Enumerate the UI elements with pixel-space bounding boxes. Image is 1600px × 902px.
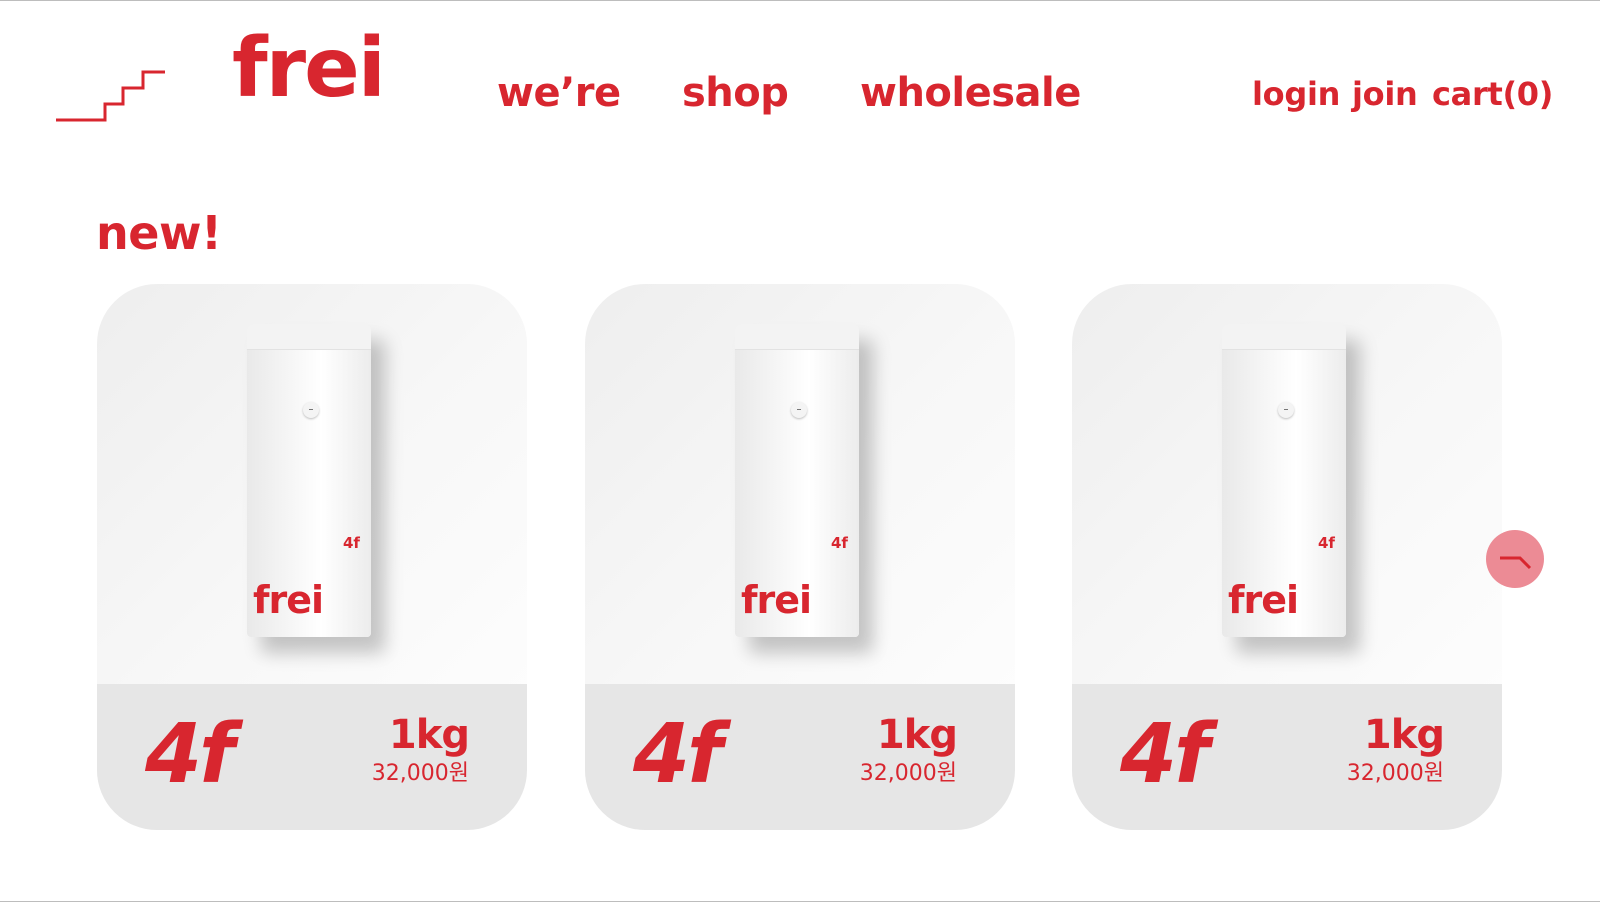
join-link[interactable]: join bbox=[1352, 72, 1418, 116]
product-weight: 1kg bbox=[1363, 712, 1445, 758]
product-weight: 1kg bbox=[876, 712, 958, 758]
bag-valve bbox=[1278, 402, 1294, 418]
product-image: 4f frei bbox=[1222, 324, 1346, 637]
product-image: 4f frei bbox=[247, 324, 371, 637]
bag-code-label: 4f bbox=[343, 534, 360, 552]
bag-code-label: 4f bbox=[1318, 534, 1335, 552]
product-image: 4f frei bbox=[735, 324, 859, 637]
bag-seal bbox=[1222, 324, 1346, 350]
product-code: 4f bbox=[145, 707, 235, 802]
arrow-right-icon bbox=[1500, 556, 1532, 570]
product-price: 32,000원 bbox=[1346, 761, 1444, 786]
logo[interactable]: frei bbox=[232, 28, 386, 110]
stairs-icon bbox=[56, 70, 165, 122]
nav-were[interactable]: we’re bbox=[497, 68, 621, 118]
product-card[interactable]: 4f frei 4f 1kg 32,000원 bbox=[585, 284, 1015, 830]
card-footer: 4f 1kg 32,000원 bbox=[585, 684, 1015, 830]
card-footer: 4f 1kg 32,000원 bbox=[1072, 684, 1502, 830]
bag-brand-label: frei bbox=[253, 578, 324, 622]
product-card[interactable]: 4f frei 4f 1kg 32,000원 bbox=[1072, 284, 1502, 830]
product-weight: 1kg bbox=[388, 712, 470, 758]
cart-link[interactable]: cart(0) bbox=[1432, 72, 1553, 116]
bag-seal bbox=[735, 324, 859, 350]
bag-seal bbox=[247, 324, 371, 350]
bag-valve bbox=[303, 402, 319, 418]
carousel-next-button[interactable] bbox=[1486, 530, 1544, 588]
product-code: 4f bbox=[1120, 707, 1210, 802]
nav-wholesale[interactable]: wholesale bbox=[860, 68, 1081, 118]
product-card[interactable]: 4f frei 4f 1kg 32,000원 bbox=[97, 284, 527, 830]
login-link[interactable]: login bbox=[1252, 72, 1340, 116]
product-price: 32,000원 bbox=[859, 761, 957, 786]
bag-brand-label: frei bbox=[741, 578, 812, 622]
section-title: new! bbox=[96, 206, 222, 260]
bag-valve bbox=[791, 402, 807, 418]
bag-code-label: 4f bbox=[831, 534, 848, 552]
bag-brand-label: frei bbox=[1228, 578, 1299, 622]
card-footer: 4f 1kg 32,000원 bbox=[97, 684, 527, 830]
product-code: 4f bbox=[633, 707, 723, 802]
product-price: 32,000원 bbox=[371, 761, 469, 786]
nav-shop[interactable]: shop bbox=[682, 68, 789, 118]
